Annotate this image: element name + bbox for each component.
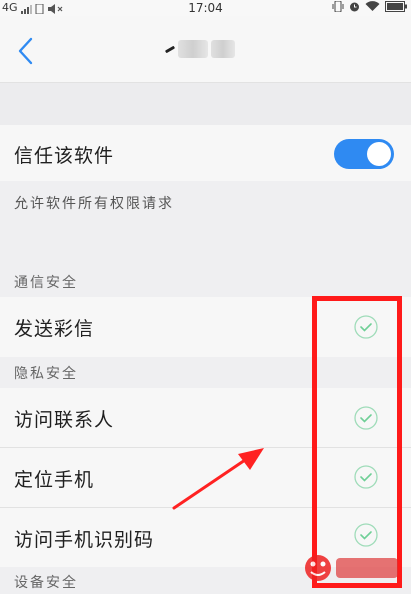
trust-description: 允许软件所有权限请求 [14, 196, 174, 212]
battery-icon [385, 1, 407, 12]
back-chevron-icon[interactable] [14, 36, 38, 66]
wifi-icon [365, 1, 380, 11]
trust-app-label: 信任该软件 [14, 145, 115, 167]
watermark-logo-icon [305, 555, 398, 581]
status-bar: 4G 17:04 [0, 0, 411, 16]
annotation-highlight-box [312, 296, 402, 588]
nav-header [0, 16, 411, 83]
section-title-communication: 通信安全 [14, 275, 78, 291]
spacer [0, 83, 411, 125]
permission-label: 访问联系人 [14, 409, 115, 431]
permission-label: 定位手机 [14, 469, 95, 491]
annotation-arrow-icon [172, 448, 264, 510]
permission-label: 访问手机识别码 [14, 529, 155, 551]
trust-app-row[interactable]: 信任该软件 [0, 125, 411, 181]
permission-label: 发送彩信 [14, 318, 95, 340]
section-title-device: 设备安全 [14, 575, 78, 591]
toggle-knob [367, 142, 391, 166]
status-right-icons [332, 1, 407, 12]
alarm-icon [350, 2, 359, 12]
section-title-privacy: 隐私安全 [14, 366, 78, 382]
trust-app-toggle[interactable] [334, 139, 394, 169]
vibrate-icon [332, 1, 344, 12]
page-title-blurred [164, 36, 243, 62]
